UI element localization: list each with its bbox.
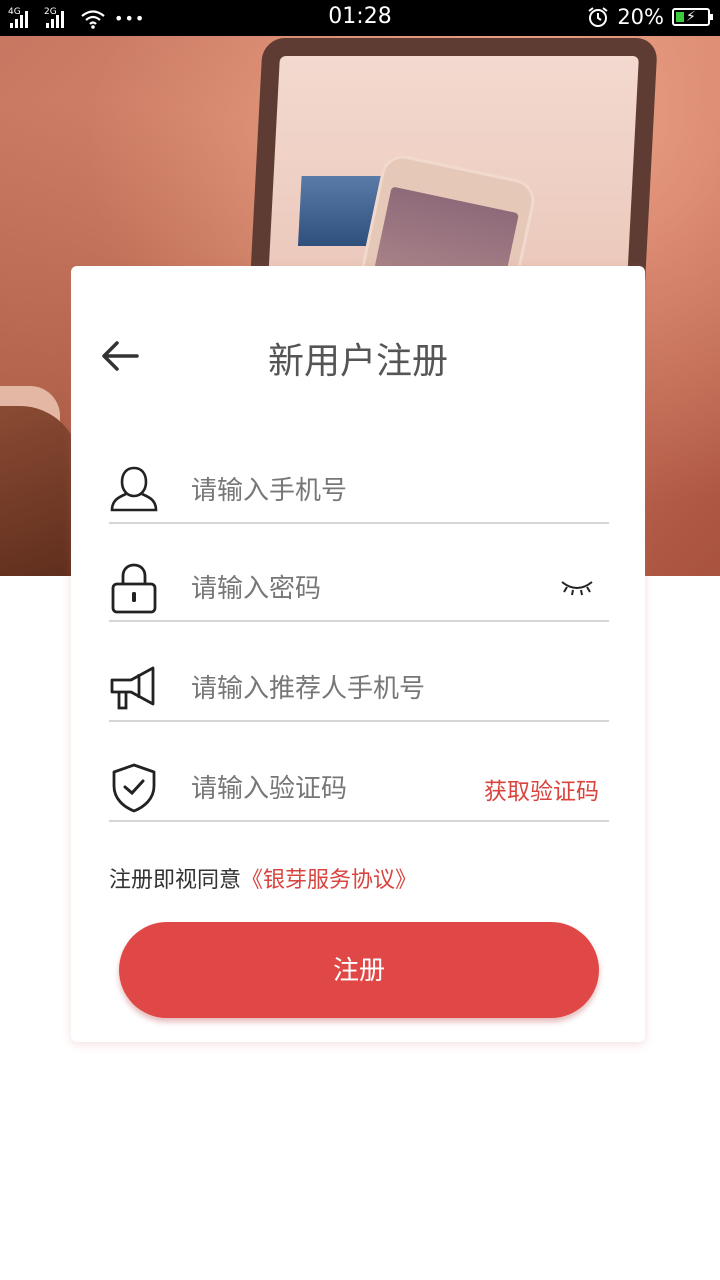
user-icon (110, 466, 158, 512)
phone-input[interactable] (189, 470, 493, 512)
password-field (109, 550, 609, 622)
sleeve-illustration (0, 406, 80, 576)
register-card: 新用户注册 请输入手机号 请输入推荐人手机号 请输入验证码 获取验证码 注册即视… (71, 266, 645, 1042)
shield-check-icon (112, 763, 156, 813)
agreement-text: 注册即视同意《银芽服务协议》 (109, 862, 417, 894)
battery-icon: ⚡ (672, 8, 713, 26)
agreement-link[interactable]: 《银芽服务协议》 (241, 868, 417, 893)
phone-field (109, 452, 609, 524)
referrer-field (109, 650, 609, 722)
get-code-button[interactable]: 获取验证码 (484, 772, 599, 806)
eye-closed-icon[interactable] (559, 574, 595, 598)
password-input[interactable] (189, 568, 493, 610)
code-field: 获取验证码 (109, 750, 609, 822)
verification-code-input[interactable] (189, 768, 453, 810)
megaphone-icon (110, 666, 155, 710)
alarm-icon (588, 7, 608, 27)
referrer-phone-input[interactable] (189, 668, 493, 710)
page-title: 新用户注册 (267, 341, 448, 382)
lock-icon (111, 563, 157, 614)
agreement-prefix: 注册即视同意 (109, 868, 242, 893)
status-bar: 4G 2G ••• 01:28 20% ⚡ (0, 0, 720, 36)
status-right: 20% ⚡ (587, 5, 713, 29)
register-button[interactable]: 注册 (119, 922, 599, 1018)
battery-percent: 20% (617, 5, 664, 29)
